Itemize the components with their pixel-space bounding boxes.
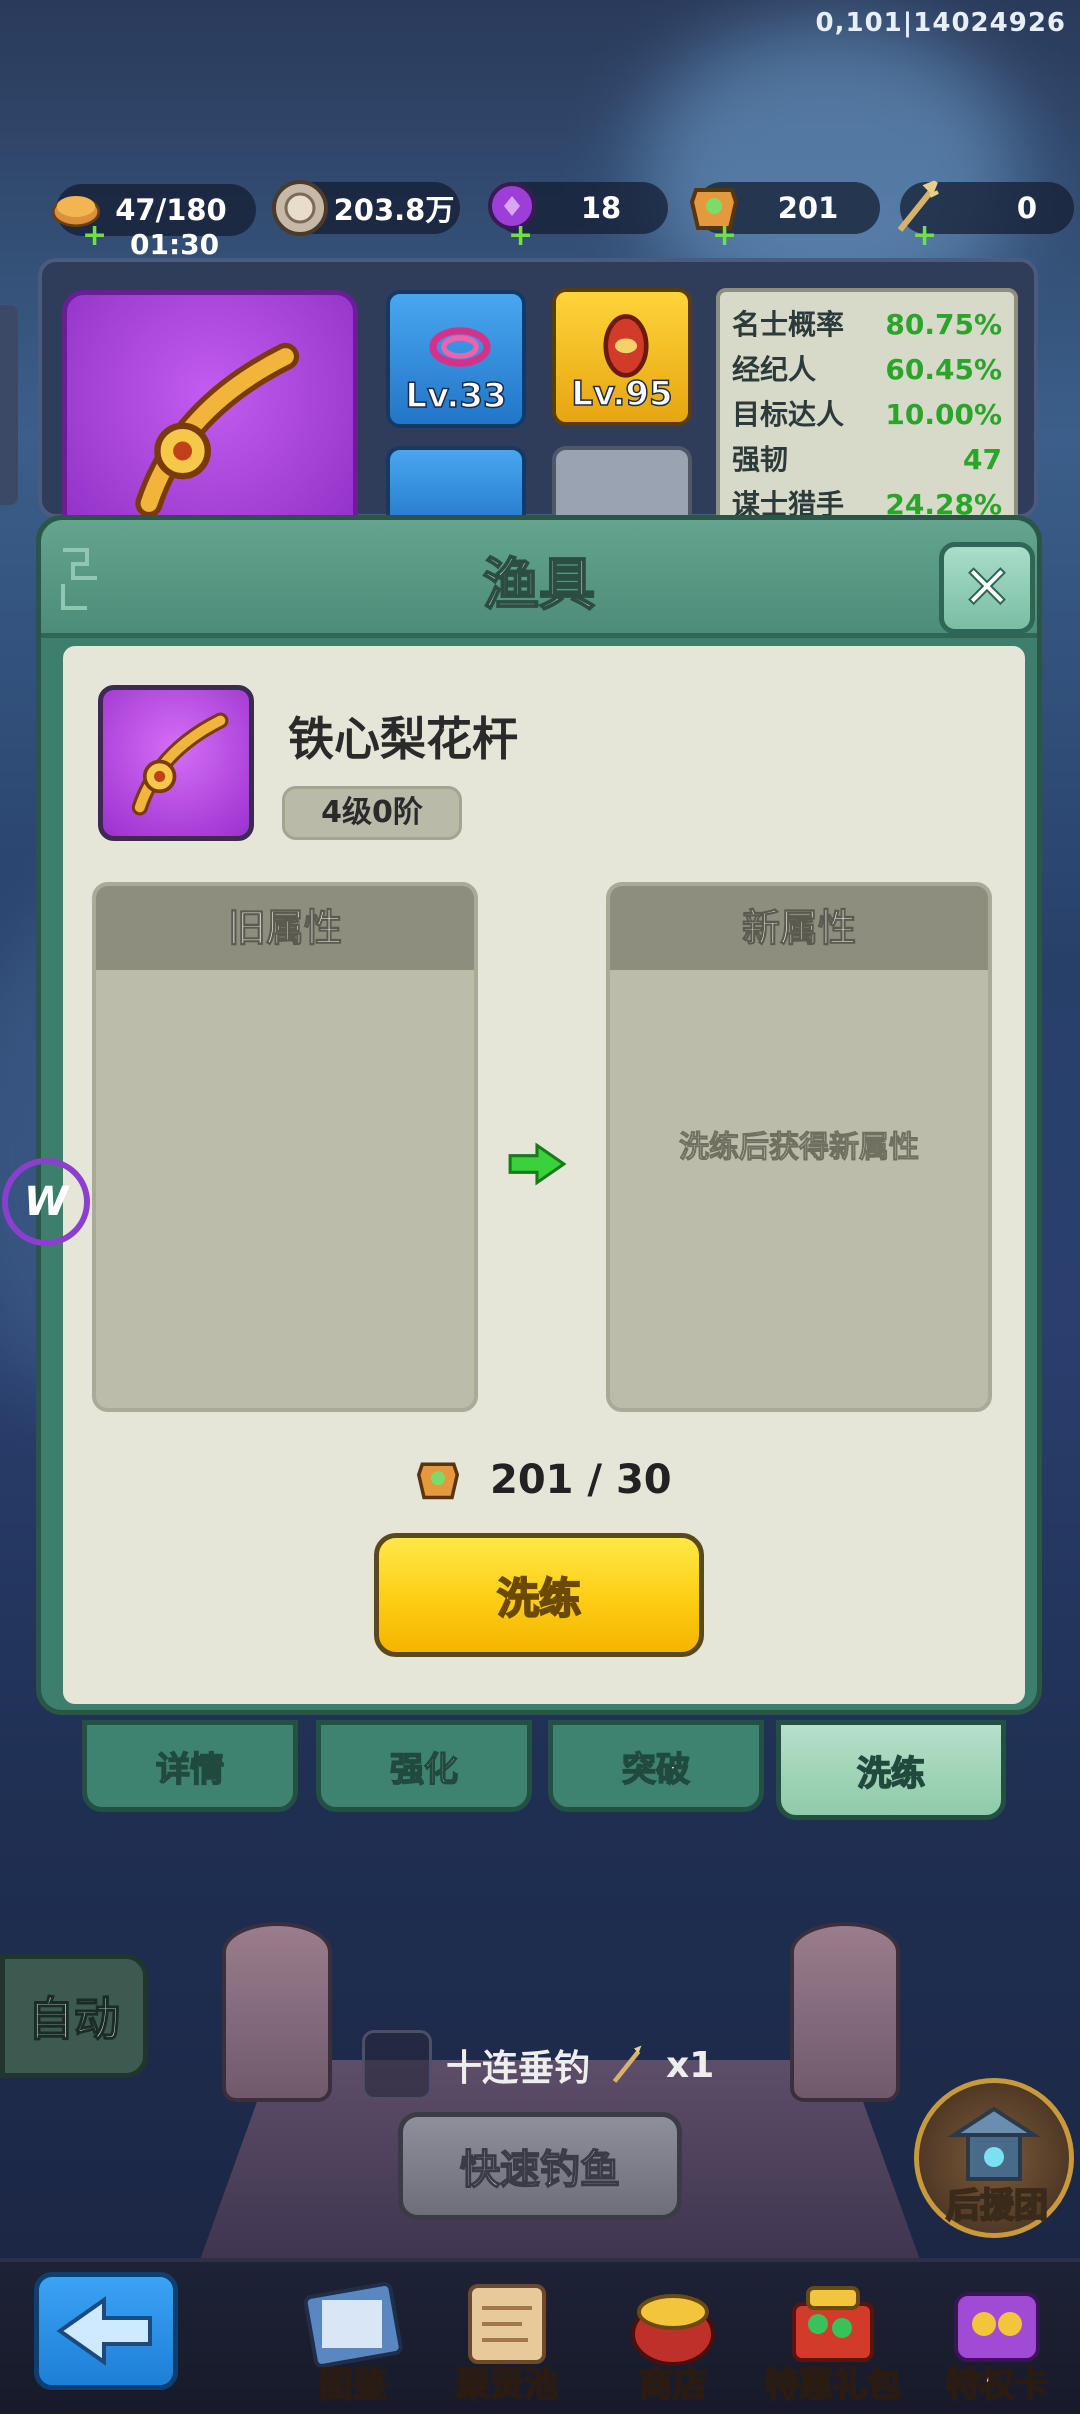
nav-item-special-pack[interactable]: 特惠礼包 bbox=[758, 2270, 908, 2410]
stat-value: 80.75% bbox=[885, 308, 1002, 341]
old-attributes-panel: 旧属性 bbox=[92, 882, 478, 1412]
dialog-header: 渔具 ✕ bbox=[41, 520, 1037, 638]
stat-name: 强韧 bbox=[732, 443, 789, 476]
tab-details[interactable]: 详情 bbox=[82, 1720, 298, 1812]
currency-coin[interactable]: 203.8万 bbox=[272, 180, 460, 236]
ten-cast-label: 十连垂钓 bbox=[446, 2048, 591, 2089]
new-attributes-hint: 洗练后获得新属性 bbox=[679, 1130, 920, 1166]
stat-value: 10.00% bbox=[885, 398, 1002, 431]
refine-cost-text: 201 / 30 bbox=[490, 1457, 672, 1503]
back-button[interactable] bbox=[34, 2272, 178, 2390]
coin-icon bbox=[272, 180, 328, 236]
nav-item-recruit[interactable]: 聚贤池 bbox=[432, 2270, 582, 2410]
rope-level: Lv.33 bbox=[405, 375, 508, 417]
bait-level: Lv.95 bbox=[571, 373, 674, 415]
side-tab[interactable] bbox=[0, 305, 18, 505]
new-attributes-panel: 新属性 洗练后获得新属性 bbox=[606, 882, 992, 1412]
item-icon-slot[interactable] bbox=[98, 685, 254, 841]
item-level-badge: 4级0阶 bbox=[282, 786, 462, 840]
stat-row: 经纪人 60.45% bbox=[732, 347, 1002, 392]
player-id-text: 0,101|14024926 bbox=[815, 8, 1066, 38]
dock-post bbox=[222, 1922, 332, 2102]
w-letter-icon: W bbox=[23, 1179, 69, 1225]
stat-row: 强韧 47 bbox=[732, 437, 1002, 482]
nav-label: 图鉴 bbox=[318, 2364, 388, 2406]
stat-name: 经纪人 bbox=[732, 353, 817, 386]
nav-item-shop[interactable]: 商店 bbox=[598, 2270, 748, 2410]
fishing-rod-icon bbox=[135, 342, 300, 518]
nav-label: 特权卡 bbox=[945, 2364, 1049, 2406]
refine-stone-plus-icon[interactable]: + bbox=[712, 218, 737, 253]
stat-value: 60.45% bbox=[885, 353, 1002, 386]
trident-value: 0 bbox=[1016, 191, 1038, 225]
rope-slot[interactable]: Lv.33 bbox=[386, 290, 526, 428]
tab-breakthrough[interactable]: 突破 bbox=[548, 1720, 764, 1812]
refine-button[interactable]: 洗练 bbox=[374, 1533, 704, 1657]
refine-cost: 201 / 30 bbox=[410, 1452, 672, 1508]
tab-label: 详情 bbox=[155, 1749, 225, 1791]
tab-label: 强化 bbox=[389, 1749, 459, 1791]
quick-fish-label: 快速钓鱼 bbox=[459, 2146, 621, 2194]
item-name: 铁心梨花杆 bbox=[288, 712, 518, 766]
auto-label: 自动 bbox=[27, 1991, 121, 2047]
bread-timer: 01:30 bbox=[130, 228, 220, 261]
close-icon: ✕ bbox=[961, 553, 1013, 623]
dialog-title: 渔具 bbox=[482, 552, 596, 619]
bread-plus-icon[interactable]: + bbox=[82, 218, 107, 253]
ten-cast-checkbox[interactable] bbox=[362, 2030, 432, 2100]
refine-stone-value: 201 bbox=[777, 191, 839, 225]
ten-cast-toggle[interactable]: 十连垂钓 x1 bbox=[362, 2030, 714, 2100]
ten-cast-count: x1 bbox=[666, 2044, 715, 2086]
purple-gem-value: 18 bbox=[580, 191, 622, 225]
stat-name: 名士概率 bbox=[732, 308, 845, 341]
backup-team-label: 后援团 bbox=[945, 2185, 1049, 2227]
new-attributes-header: 新属性 bbox=[610, 886, 988, 970]
nav-label: 聚贤池 bbox=[455, 2364, 559, 2406]
quick-fish-button[interactable]: 快速钓鱼 bbox=[398, 2112, 682, 2220]
nav-item-catalog[interactable]: 图鉴 bbox=[278, 2270, 428, 2410]
old-attributes-header: 旧属性 bbox=[96, 886, 474, 970]
floating-assistant-icon[interactable]: W bbox=[2, 1158, 90, 1246]
refine-stone-icon bbox=[416, 1462, 460, 1500]
trident-icon bbox=[612, 2045, 642, 2083]
stat-name: 目标达人 bbox=[732, 398, 845, 431]
arrow-right-icon bbox=[508, 1142, 567, 1186]
stat-row: 名士概率 80.75% bbox=[732, 302, 1002, 347]
dock-post bbox=[790, 1922, 900, 2102]
coin-value: 203.8万 bbox=[333, 193, 455, 227]
tab-enhance[interactable]: 强化 bbox=[316, 1720, 532, 1812]
arrow-left-icon bbox=[56, 2296, 152, 2366]
stat-value: 47 bbox=[963, 443, 1002, 476]
trident-plus-icon[interactable]: + bbox=[912, 218, 937, 253]
nav-label: 特惠礼包 bbox=[764, 2364, 902, 2406]
tab-label: 洗练 bbox=[856, 1753, 926, 1795]
stats-panel: 名士概率 80.75% 经纪人 60.45% 目标达人 10.00% 强韧 47 谋士猎… bbox=[716, 288, 1018, 528]
auto-button[interactable]: 自动 bbox=[0, 1954, 148, 2078]
tab-refine[interactable]: 洗练 bbox=[776, 1720, 1006, 1820]
close-button[interactable]: ✕ bbox=[939, 542, 1035, 634]
fishing-rod-icon bbox=[131, 712, 229, 816]
tab-label: 突破 bbox=[621, 1749, 691, 1791]
refine-button-label: 洗练 bbox=[496, 1573, 582, 1624]
nav-label: 商店 bbox=[638, 2364, 708, 2406]
purple-gem-plus-icon[interactable]: + bbox=[508, 218, 533, 253]
rod-slot-large[interactable] bbox=[62, 290, 358, 550]
stat-row: 目标达人 10.00% bbox=[732, 392, 1002, 437]
nav-item-privilege-card[interactable]: 特权卡 bbox=[922, 2270, 1072, 2410]
bread-value: 47/180 bbox=[115, 193, 227, 227]
bait-slot[interactable]: Lv.95 bbox=[552, 288, 692, 426]
